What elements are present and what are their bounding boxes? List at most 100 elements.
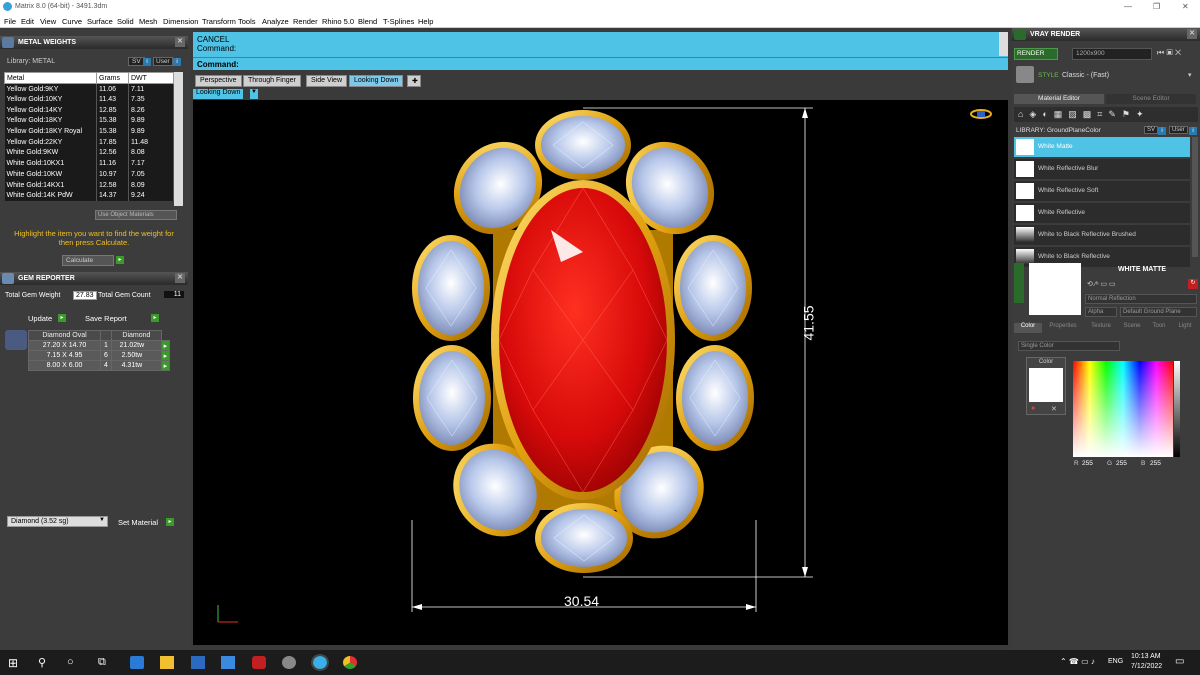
info-icon[interactable]: i bbox=[1158, 127, 1166, 135]
info-icon[interactable]: i bbox=[173, 58, 181, 66]
menu-curve[interactable]: Curve bbox=[62, 17, 82, 26]
menu-file[interactable]: File bbox=[4, 17, 16, 26]
rhino-icon[interactable] bbox=[282, 656, 296, 669]
chevron-down-icon[interactable]: ▼ bbox=[99, 517, 105, 523]
material-list-item[interactable]: White Reflective bbox=[1014, 203, 1190, 223]
menu-mesh[interactable]: Mesh bbox=[139, 17, 157, 26]
menu-dimension[interactable]: Dimension bbox=[163, 17, 198, 26]
reset-icon[interactable]: ↻ bbox=[1188, 279, 1198, 289]
clear-icon[interactable]: ✕ bbox=[1051, 405, 1057, 413]
tab-material-editor[interactable]: Material Editor bbox=[1014, 94, 1104, 104]
table-row[interactable]: 7.15 X 4.95 6 2.50tw ▸ bbox=[28, 350, 170, 361]
material-select[interactable]: Diamond (3.52 sg) bbox=[7, 516, 108, 527]
command-input[interactable]: Command: bbox=[193, 57, 1008, 69]
app-icon[interactable] bbox=[252, 656, 266, 669]
table-row[interactable]: Yellow Gold:9KY 11.06 7.11 bbox=[4, 83, 174, 95]
material-tool-icons[interactable]: ⌂◈◐▦▨▩⌗✎⚑✦ bbox=[1018, 109, 1150, 120]
rgb-r-value[interactable]: 255 bbox=[1082, 460, 1093, 467]
language-indicator[interactable]: ENG bbox=[1108, 658, 1123, 665]
ground-plane-select[interactable]: Default Ground Plane bbox=[1120, 307, 1197, 317]
rgb-b-value[interactable]: 255 bbox=[1150, 460, 1161, 467]
close-icon[interactable]: ✕ bbox=[1187, 29, 1197, 39]
color-swatch[interactable] bbox=[1029, 368, 1063, 402]
table-row[interactable]: Yellow Gold:10KY 11.43 7.35 bbox=[4, 94, 174, 105]
tab-perspective[interactable]: Perspective bbox=[195, 75, 242, 87]
frame-icons[interactable]: ⏮ ▣ ✕ bbox=[1157, 48, 1181, 58]
menu-tools[interactable]: Tools bbox=[238, 17, 256, 26]
close-icon[interactable]: ✕ bbox=[175, 37, 185, 47]
table-row[interactable]: Yellow Gold:18KY Royal 15.38 9.89 bbox=[4, 126, 174, 137]
material-tool-icons[interactable]: ⟲ ⁄ⁿ ▭ ▭ bbox=[1087, 280, 1116, 288]
table-row[interactable]: Yellow Gold:22KY 17.85 11.48 bbox=[4, 136, 174, 148]
menu-view[interactable]: View bbox=[40, 17, 56, 26]
tray-icons[interactable]: ⌃ ☎ ▭ ♪ bbox=[1060, 657, 1095, 666]
menu-blend[interactable]: Blend bbox=[358, 17, 377, 26]
menu-edit[interactable]: Edit bbox=[21, 17, 34, 26]
color-picker-field[interactable] bbox=[1073, 361, 1173, 457]
table-row[interactable]: White Gold:14K PdW 14.37 9.24 bbox=[4, 190, 174, 202]
windows-start-icon[interactable]: ⊞ bbox=[8, 656, 22, 670]
minimize-icon[interactable]: — bbox=[1124, 2, 1132, 11]
file-explorer-icon[interactable] bbox=[160, 656, 174, 669]
brightness-slider[interactable] bbox=[1174, 361, 1180, 457]
material-list-scrollbar[interactable] bbox=[1192, 137, 1198, 257]
column-header[interactable]: Metal bbox=[4, 72, 97, 84]
table-row[interactable]: Yellow Gold:18KY 15.38 9.89 bbox=[4, 115, 174, 127]
pick-icon[interactable]: ● bbox=[1031, 405, 1035, 412]
chrome-icon[interactable] bbox=[343, 656, 357, 669]
edge-icon[interactable] bbox=[130, 656, 144, 669]
add-tab-icon[interactable]: ✚ bbox=[407, 75, 421, 87]
notifications-icon[interactable]: ▭ bbox=[1175, 656, 1184, 667]
table-row[interactable]: White Gold:14KX1 12.58 8.09 bbox=[4, 179, 174, 191]
library-sv-button[interactable]: SV bbox=[1144, 126, 1159, 134]
table-row[interactable]: White Gold:9KW 12.56 8.08 bbox=[4, 147, 174, 159]
column-header[interactable]: DWT bbox=[128, 72, 174, 84]
calculate-go-icon[interactable]: ▸ bbox=[116, 256, 124, 264]
search-icon[interactable]: ⚲ bbox=[38, 656, 52, 669]
table-row[interactable]: 8.00 X 6.00 4 4.31tw ▸ bbox=[28, 360, 170, 371]
row-go-icon[interactable]: ▸ bbox=[160, 340, 170, 351]
save-report-go-icon[interactable]: ▸ bbox=[151, 314, 159, 322]
menu-help[interactable]: Help bbox=[418, 17, 433, 26]
material-list-item[interactable]: White Reflective Blur bbox=[1014, 159, 1190, 179]
store-icon[interactable] bbox=[191, 656, 205, 669]
update-button[interactable]: Update bbox=[28, 314, 52, 323]
menu-tsplines[interactable]: T-Splines bbox=[383, 17, 414, 26]
chevron-down-icon[interactable]: ▾ bbox=[1188, 71, 1192, 79]
table-row[interactable]: Yellow Gold:14KY 12.85 8.26 bbox=[4, 104, 174, 116]
calculate-button[interactable]: Calculate bbox=[62, 255, 114, 266]
command-scrollbar[interactable] bbox=[999, 32, 1008, 56]
row-go-icon[interactable]: ▸ bbox=[160, 360, 170, 371]
table-row[interactable]: 27.20 X 14.70 1 21.02tw ▸ bbox=[28, 340, 170, 351]
set-material-button[interactable]: Set Material bbox=[118, 518, 158, 527]
reflection-select[interactable]: Normal Reflection bbox=[1085, 294, 1197, 304]
render-button[interactable]: RENDER bbox=[1014, 48, 1058, 60]
clock-time[interactable]: 10:13 AM bbox=[1131, 653, 1161, 660]
close-icon[interactable]: ✕ bbox=[175, 273, 185, 283]
tab-toon[interactable]: Toon bbox=[1147, 323, 1171, 333]
info-icon[interactable]: i bbox=[1189, 127, 1197, 135]
preview-collapse-tab[interactable] bbox=[1014, 263, 1024, 303]
tab-color[interactable]: Color bbox=[1014, 323, 1042, 333]
resolution-field[interactable]: 1200x900 bbox=[1072, 48, 1152, 60]
material-list-item[interactable]: White Reflective Soft bbox=[1014, 181, 1190, 201]
library-user-button[interactable]: User bbox=[1169, 126, 1188, 134]
material-list-item[interactable]: White Matte bbox=[1014, 137, 1190, 157]
tab-scene-editor[interactable]: Scene Editor bbox=[1106, 94, 1196, 104]
matrix-icon[interactable] bbox=[311, 654, 329, 671]
material-list-item[interactable]: White to Black Reflective Brushed bbox=[1014, 225, 1190, 245]
menu-rhino[interactable]: Rhino 5.0 bbox=[322, 17, 354, 26]
table-row[interactable]: White Gold:10KX1 11.16 7.17 bbox=[4, 158, 174, 169]
tab-properties[interactable]: Properties bbox=[1045, 323, 1081, 333]
menu-render[interactable]: Render bbox=[293, 17, 318, 26]
tab-texture[interactable]: Texture bbox=[1086, 323, 1116, 333]
column-header[interactable]: Grams bbox=[96, 72, 129, 84]
row-go-icon[interactable]: ▸ bbox=[160, 350, 170, 361]
menu-surface[interactable]: Surface bbox=[87, 17, 113, 26]
viewport[interactable]: 41.55 30.54 bbox=[193, 100, 1008, 645]
cortana-icon[interactable]: ○ bbox=[67, 656, 81, 669]
color-mode-select[interactable]: Single Color bbox=[1018, 341, 1120, 351]
menu-solid[interactable]: Solid bbox=[117, 17, 134, 26]
library-user-button[interactable]: User bbox=[153, 57, 173, 66]
set-material-go-icon[interactable]: ▸ bbox=[166, 518, 174, 526]
